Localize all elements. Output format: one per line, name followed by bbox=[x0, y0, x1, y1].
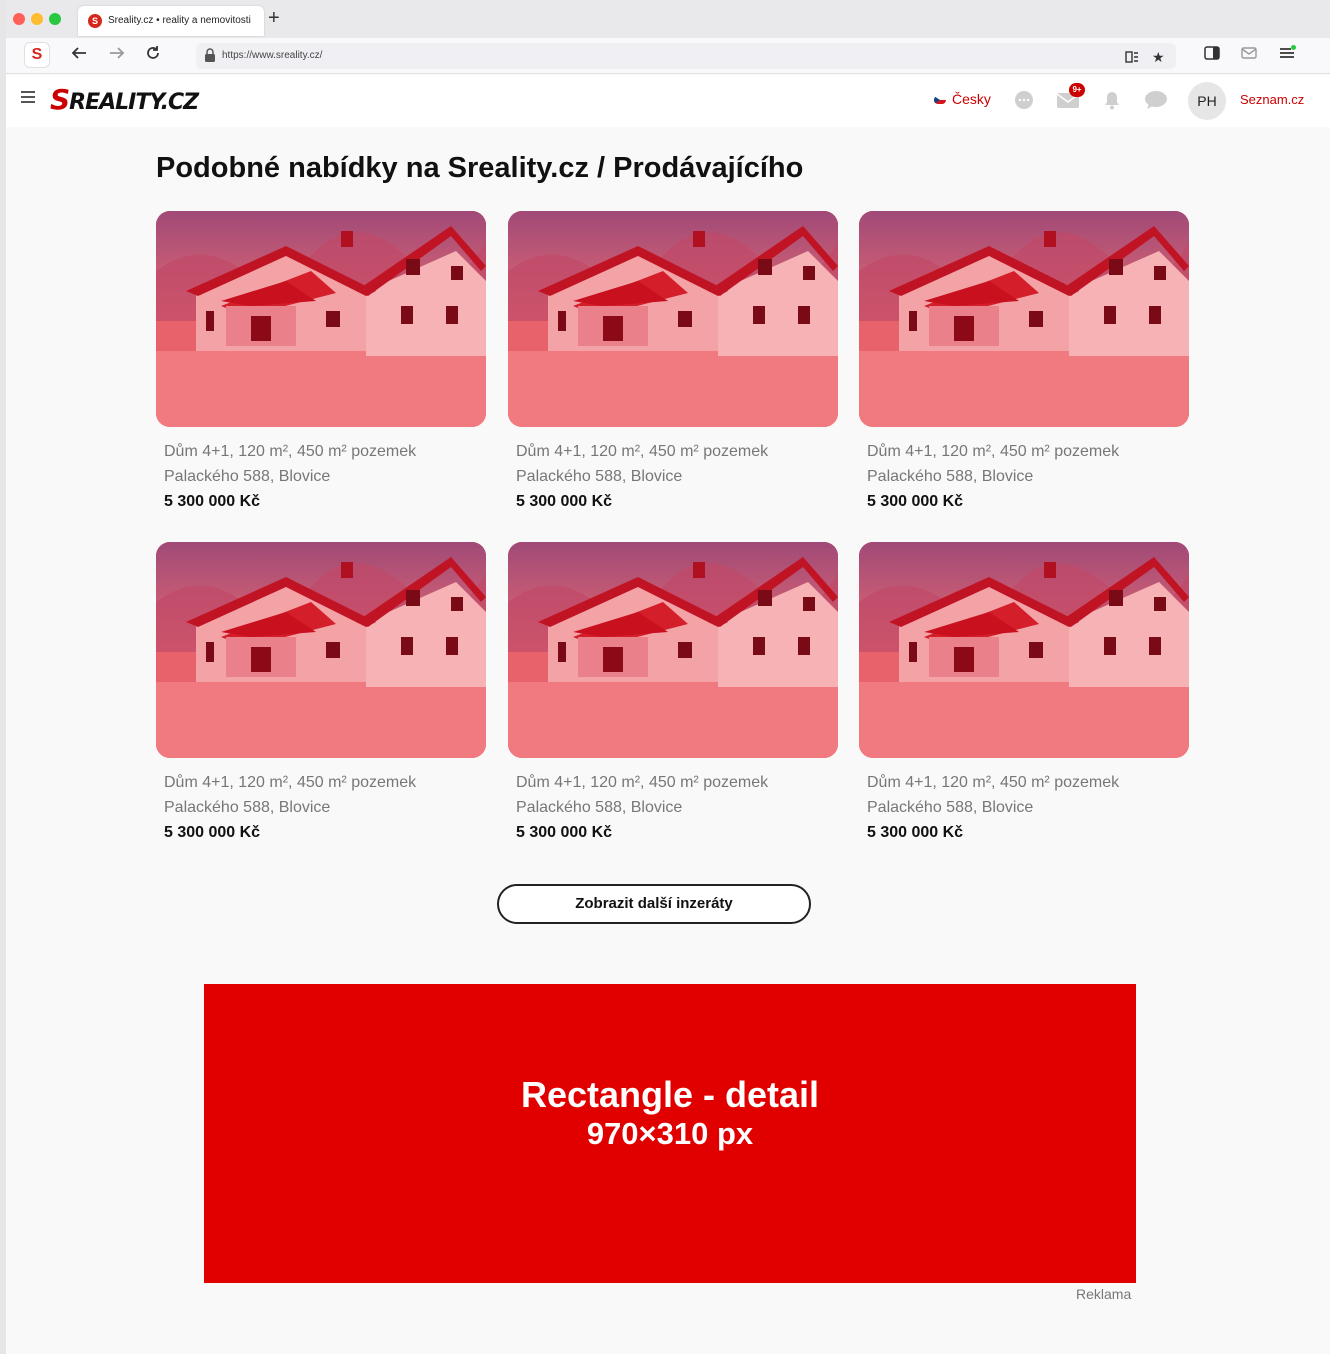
listing-title[interactable]: Dům 4+1, 120 m², 450 m² pozemek bbox=[164, 443, 416, 461]
ad-title: Rectangle - detail bbox=[520, 1074, 820, 1115]
listing-price: 5 300 000 Kč bbox=[164, 493, 261, 510]
site-header: SREALITY.CZ Česky 9+ PH Seznam.cz bbox=[6, 75, 1330, 127]
bell-icon[interactable] bbox=[1102, 90, 1124, 110]
listing-photo[interactable] bbox=[156, 211, 486, 427]
hamburger-icon[interactable] bbox=[21, 91, 35, 103]
sreality-logo[interactable]: SREALITY.CZ bbox=[50, 83, 199, 116]
sreality-favicon-icon: S bbox=[88, 14, 102, 28]
browser-tab[interactable]: S Sreality.cz • reality a nemovitosti bbox=[78, 6, 264, 36]
chat-icon[interactable] bbox=[1013, 90, 1035, 110]
minimize-window-button[interactable] bbox=[31, 13, 43, 25]
tab-bar: S Sreality.cz • reality a nemovitosti + bbox=[6, 0, 1330, 38]
listing-address: Palackého 588, Blovice bbox=[867, 468, 1034, 485]
message-icon[interactable] bbox=[1144, 90, 1167, 110]
listing-price: 5 300 000 Kč bbox=[516, 493, 613, 510]
listing-photo[interactable] bbox=[156, 542, 486, 758]
listing-price: 5 300 000 Kč bbox=[867, 824, 964, 841]
navigation-bar: S https://www.sreality.cz/ ★ bbox=[6, 38, 1330, 74]
address-bar[interactable]: https://www.sreality.cz/ ★ bbox=[196, 43, 1176, 69]
close-window-button[interactable] bbox=[13, 13, 25, 25]
ad-label: Reklama bbox=[1076, 1286, 1132, 1302]
listing-photo[interactable] bbox=[508, 542, 838, 758]
browser-window: S Sreality.cz • reality a nemovitosti + … bbox=[0, 0, 1330, 1354]
listing-address: Palackého 588, Blovice bbox=[164, 799, 331, 816]
mail-icon[interactable] bbox=[1241, 44, 1257, 66]
back-arrow-icon[interactable] bbox=[70, 44, 88, 67]
listing-title[interactable]: Dům 4+1, 120 m², 450 m² pozemek bbox=[867, 443, 1119, 461]
logo-text: REALITY.CZ bbox=[69, 90, 199, 115]
listing-card[interactable]: Dům 4+1, 120 m², 450 m² pozemek Palackéh… bbox=[859, 542, 1189, 852]
sidebar-icon[interactable] bbox=[1204, 44, 1220, 66]
forward-arrow-icon[interactable] bbox=[108, 44, 126, 67]
reload-icon[interactable] bbox=[144, 44, 162, 67]
page-title: Podobné nabídky na Sreality.cz / Prodáva… bbox=[156, 152, 804, 184]
listing-address: Palackého 588, Blovice bbox=[516, 799, 683, 816]
notification-badge: 9+ bbox=[1069, 83, 1085, 97]
maximize-window-button[interactable] bbox=[49, 13, 61, 25]
listing-photo[interactable] bbox=[859, 542, 1189, 758]
listing-title[interactable]: Dům 4+1, 120 m², 450 m² pozemek bbox=[516, 774, 768, 792]
listing-photo[interactable] bbox=[859, 211, 1189, 427]
listing-address: Palackého 588, Blovice bbox=[867, 799, 1034, 816]
listing-card[interactable]: Dům 4+1, 120 m², 450 m² pozemek Palackéh… bbox=[508, 542, 838, 852]
site-shortcut-icon[interactable]: S bbox=[24, 42, 50, 68]
ad-size: 970×310 px bbox=[586, 1116, 754, 1151]
listing-card[interactable]: Dům 4+1, 120 m², 450 m² pozemek Palackéh… bbox=[156, 542, 486, 852]
logo-initial: S bbox=[50, 83, 70, 116]
url-text: https://www.sreality.cz/ bbox=[222, 50, 323, 61]
user-avatar[interactable]: PH bbox=[1188, 82, 1226, 120]
show-more-listings-button[interactable]: Zobrazit další inzeráty bbox=[497, 884, 811, 924]
czech-flag-icon bbox=[934, 96, 946, 105]
advertisement-banner[interactable]: Rectangle - detail 970×310 px bbox=[204, 984, 1136, 1283]
listing-title[interactable]: Dům 4+1, 120 m², 450 m² pozemek bbox=[516, 443, 768, 461]
new-tab-button[interactable]: + bbox=[268, 8, 280, 28]
listing-card[interactable]: Dům 4+1, 120 m², 450 m² pozemek Palackéh… bbox=[156, 211, 486, 521]
listing-address: Palackého 588, Blovice bbox=[164, 468, 331, 485]
listing-price: 5 300 000 Kč bbox=[516, 824, 613, 841]
listing-price: 5 300 000 Kč bbox=[164, 824, 261, 841]
listing-price: 5 300 000 Kč bbox=[867, 493, 964, 510]
listing-card[interactable]: Dům 4+1, 120 m², 450 m² pozemek Palackéh… bbox=[859, 211, 1189, 521]
seznam-link[interactable]: Seznam.cz bbox=[1240, 92, 1304, 107]
lock-icon bbox=[205, 48, 215, 62]
menu-icon[interactable] bbox=[1278, 44, 1296, 67]
bookmark-star-icon[interactable]: ★ bbox=[1152, 49, 1165, 66]
reader-mode-icon[interactable] bbox=[1124, 49, 1140, 68]
tab-title: Sreality.cz • reality a nemovitosti bbox=[108, 15, 251, 26]
listing-photo[interactable] bbox=[508, 211, 838, 427]
listing-title[interactable]: Dům 4+1, 120 m², 450 m² pozemek bbox=[164, 774, 416, 792]
listing-card[interactable]: Dům 4+1, 120 m², 450 m² pozemek Palackéh… bbox=[508, 211, 838, 521]
listing-address: Palackého 588, Blovice bbox=[516, 468, 683, 485]
language-switcher[interactable]: Česky bbox=[934, 91, 991, 107]
language-label: Česky bbox=[952, 91, 991, 107]
listing-title[interactable]: Dům 4+1, 120 m², 450 m² pozemek bbox=[867, 774, 1119, 792]
